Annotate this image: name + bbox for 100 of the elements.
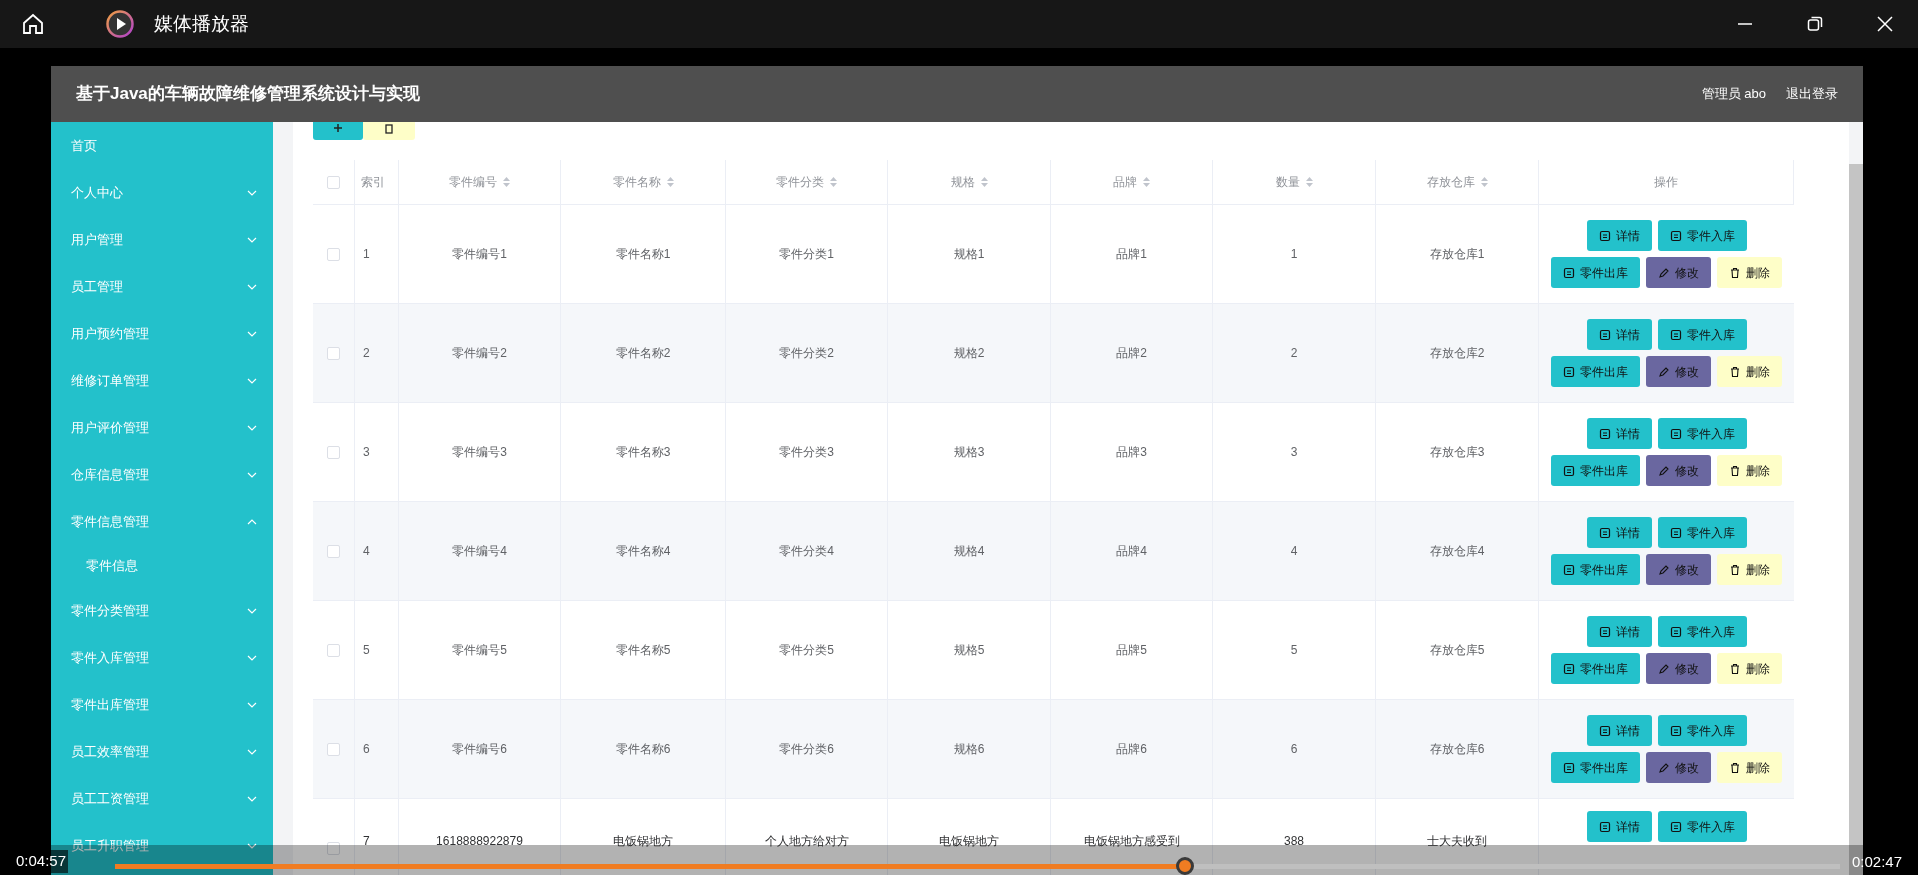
- action-button[interactable]: 零件出库: [1551, 653, 1640, 684]
- sidebar-item[interactable]: 员工管理: [71, 276, 123, 297]
- action-button[interactable]: 零件出库: [1551, 257, 1640, 288]
- table-cell-text: 品牌6: [1116, 741, 1147, 758]
- column-header[interactable]: 零件编号: [449, 173, 497, 191]
- submenu-item[interactable]: 零件信息: [86, 556, 138, 576]
- trash-icon: [1729, 365, 1741, 378]
- action-button[interactable]: 详情: [1586, 616, 1652, 647]
- action-button[interactable]: 零件入库: [1657, 418, 1747, 449]
- document-icon: [1669, 526, 1682, 539]
- action-button[interactable]: 修改: [1646, 653, 1711, 684]
- table-cell-text: 零件名称1: [615, 246, 671, 263]
- sidebar-item[interactable]: 零件入库管理: [71, 647, 149, 668]
- checkbox[interactable]: [327, 544, 340, 558]
- action-button[interactable]: 详情: [1586, 715, 1652, 746]
- action-button[interactable]: 零件入库: [1657, 319, 1747, 350]
- document-icon: [1669, 724, 1682, 737]
- document-icon: [1598, 526, 1611, 539]
- restore-icon[interactable]: [1807, 16, 1823, 32]
- column-header[interactable]: 存放仓库: [1426, 173, 1475, 191]
- table-cell-text: 5: [363, 642, 370, 659]
- table-cell-text: 零件分类3: [779, 444, 834, 461]
- sidebar-item[interactable]: 零件出库管理: [71, 694, 149, 715]
- checkbox[interactable]: [327, 742, 340, 756]
- action-button[interactable]: 删除: [1717, 257, 1782, 288]
- sidebar-item[interactable]: 零件分类管理: [71, 600, 149, 621]
- sidebar-item[interactable]: 仓库信息管理: [71, 464, 149, 485]
- trash-icon: [1729, 464, 1741, 477]
- checkbox[interactable]: [327, 247, 340, 261]
- logout-link[interactable]: 退出登录: [1786, 84, 1838, 104]
- action-button[interactable]: 删除: [1717, 554, 1782, 585]
- checkbox[interactable]: [327, 346, 340, 360]
- sidebar-item[interactable]: 维修订单管理: [71, 370, 149, 391]
- action-button[interactable]: 修改: [1646, 554, 1711, 585]
- document-icon: [1669, 328, 1682, 341]
- elapsed-time: 0:04:57: [14, 850, 69, 873]
- action-button[interactable]: 详情: [1586, 418, 1652, 449]
- action-button[interactable]: 零件出库: [1551, 455, 1640, 486]
- action-button[interactable]: 修改: [1646, 752, 1711, 783]
- action-button[interactable]: 详情: [1586, 220, 1652, 251]
- user-label: 管理员 abo: [1701, 85, 1766, 104]
- action-button[interactable]: 详情: [1586, 811, 1652, 842]
- sidebar-item[interactable]: 员工工资管理: [71, 788, 149, 809]
- column-header[interactable]: 品牌: [1113, 173, 1137, 191]
- action-button[interactable]: 修改: [1646, 356, 1711, 387]
- sidebar-item[interactable]: 用户管理: [71, 229, 123, 250]
- checkbox[interactable]: [327, 445, 340, 459]
- document-icon: [1563, 266, 1575, 279]
- sidebar-item[interactable]: 用户预约管理: [71, 323, 149, 344]
- table-cell-text: 零件编号5: [452, 642, 507, 659]
- table-cell-text: 零件编号4: [452, 543, 507, 560]
- pencil-icon: [1658, 761, 1670, 774]
- checkbox[interactable]: [327, 175, 340, 189]
- sort-icon: [666, 177, 674, 187]
- close-icon[interactable]: [1877, 16, 1893, 32]
- column-header: 索引: [361, 174, 385, 191]
- action-button[interactable]: 删除: [1717, 752, 1782, 783]
- chevron-down-icon: [247, 842, 257, 849]
- document-icon: [1669, 820, 1682, 833]
- table-cell-text: 6: [1290, 741, 1298, 758]
- column-header[interactable]: 零件分类: [776, 173, 824, 191]
- sidebar-item[interactable]: 用户评价管理: [71, 417, 149, 438]
- action-button[interactable]: 修改: [1646, 455, 1711, 486]
- action-button[interactable]: 零件出库: [1551, 752, 1640, 783]
- home-icon[interactable]: [21, 12, 45, 36]
- checkbox[interactable]: [327, 643, 340, 657]
- delete-button[interactable]: [363, 122, 415, 140]
- action-button[interactable]: 零件出库: [1551, 554, 1640, 585]
- action-button[interactable]: 修改: [1646, 257, 1711, 288]
- chevron-down-icon: [247, 424, 257, 431]
- action-button[interactable]: 零件出库: [1551, 356, 1640, 387]
- action-button[interactable]: 零件入库: [1657, 616, 1747, 647]
- sidebar-item[interactable]: 零件信息管理: [71, 511, 149, 532]
- sidebar-item[interactable]: 个人中心: [71, 182, 123, 203]
- action-button[interactable]: 删除: [1717, 455, 1782, 486]
- progress-track[interactable]: [115, 857, 1840, 875]
- table-cell-text: 规格2: [953, 345, 985, 362]
- sort-icon: [1480, 177, 1488, 187]
- add-button[interactable]: [313, 122, 363, 140]
- action-button[interactable]: 零件入库: [1657, 220, 1747, 251]
- action-button[interactable]: 详情: [1586, 517, 1652, 548]
- action-button[interactable]: 零件入库: [1657, 517, 1747, 548]
- trash-icon: [383, 122, 395, 134]
- column-header[interactable]: 规格: [950, 173, 975, 191]
- action-button[interactable]: 删除: [1717, 356, 1782, 387]
- sidebar-item[interactable]: 员工效率管理: [71, 741, 149, 762]
- action-button[interactable]: 零件入库: [1657, 715, 1747, 746]
- sidebar-item[interactable]: 员工升职管理: [71, 835, 149, 856]
- sidebar-item[interactable]: 首页: [71, 135, 97, 156]
- table-cell-text: 1618888922879: [436, 833, 523, 850]
- pencil-icon: [1658, 662, 1670, 675]
- action-button[interactable]: 零件入库: [1657, 811, 1747, 842]
- column-header[interactable]: 零件名称: [612, 173, 661, 191]
- column-header[interactable]: 数量: [1275, 173, 1300, 191]
- checkbox[interactable]: [327, 841, 340, 855]
- table-cell-text: 零件分类2: [779, 345, 834, 362]
- table-cell-text: 5: [1290, 642, 1298, 659]
- action-button[interactable]: 详情: [1586, 319, 1652, 350]
- action-button[interactable]: 删除: [1717, 653, 1782, 684]
- chevron-down-icon: [247, 189, 257, 196]
